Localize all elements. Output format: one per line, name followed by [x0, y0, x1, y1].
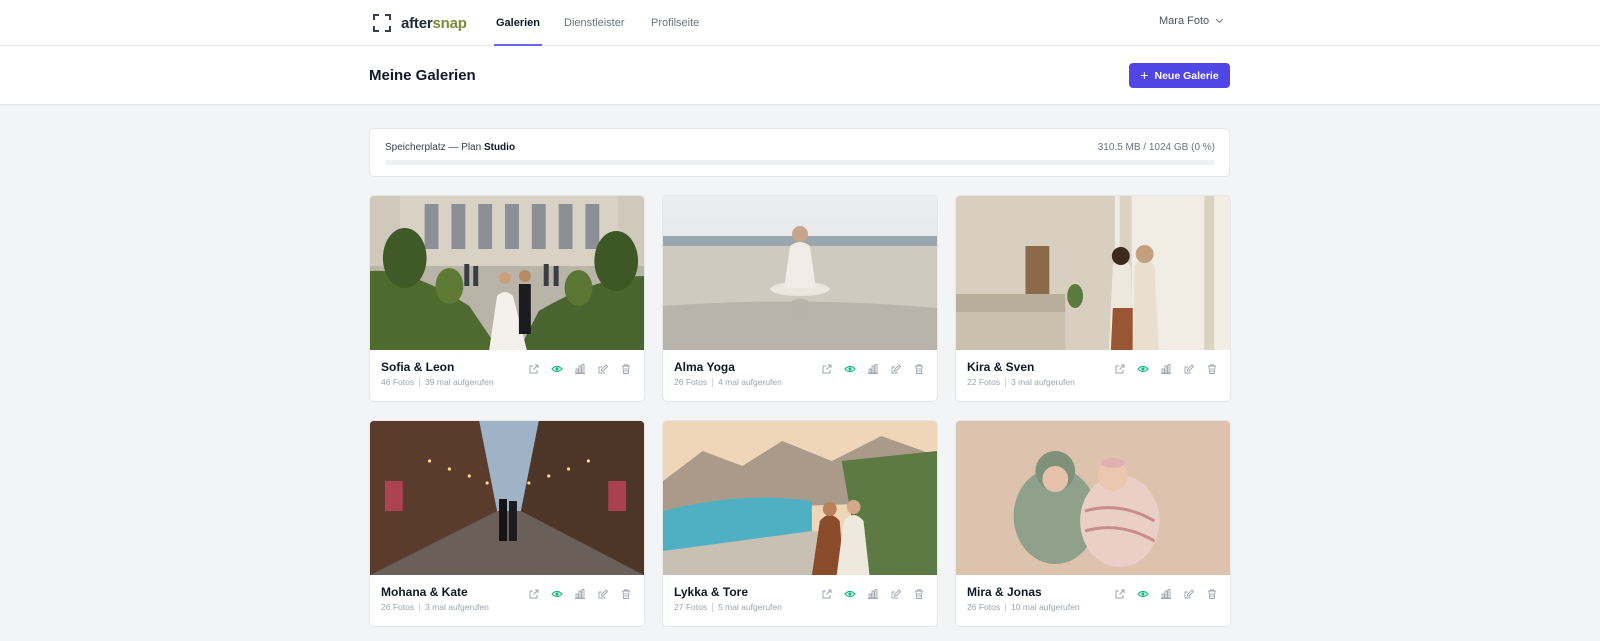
trash-icon[interactable]: [913, 588, 925, 600]
edit-icon[interactable]: [597, 588, 609, 600]
new-gallery-button[interactable]: + Neue Galerie: [1129, 63, 1230, 88]
view-count: 3 mal aufgerufen: [1011, 377, 1075, 387]
user-name: Mara Foto: [1159, 15, 1210, 27]
gallery-card[interactable]: Kira & Sven 22 Fotos 3 mal aufgerufen: [955, 195, 1231, 402]
photo-count: 27 Fotos: [674, 602, 708, 612]
gallery-title[interactable]: Mohana & Kate: [381, 585, 468, 599]
gallery-thumbnail[interactable]: [663, 421, 937, 575]
external-link-icon[interactable]: [1114, 588, 1126, 600]
gallery-meta: 26 Fotos 3 mal aufgerufen: [381, 602, 489, 612]
plus-icon: +: [1140, 67, 1149, 83]
logo-wordmark: aftersnap: [401, 14, 467, 32]
user-menu[interactable]: Mara Foto: [1159, 15, 1224, 27]
page-title: Meine Galerien: [369, 67, 476, 84]
photo-count: 26 Fotos: [381, 602, 415, 612]
edit-icon[interactable]: [890, 363, 902, 375]
bar-chart-icon[interactable]: [1160, 588, 1172, 600]
gallery-actions: [1114, 588, 1218, 600]
gallery-actions: [528, 363, 632, 375]
gallery-meta: 26 Fotos 4 mal aufgerufen: [674, 377, 782, 387]
storage-plan: Studio: [483, 142, 516, 153]
eye-icon[interactable]: [551, 588, 563, 600]
photo-count: 22 Fotos: [967, 377, 1001, 387]
trash-icon[interactable]: [1206, 363, 1218, 375]
gallery-meta: 26 Fotos 10 mal aufgerufen: [967, 602, 1080, 612]
view-count: 10 mal aufgerufen: [1011, 602, 1080, 612]
eye-icon[interactable]: [844, 363, 856, 375]
bar-chart-icon[interactable]: [867, 588, 879, 600]
gallery-title[interactable]: Lykka & Tore: [674, 585, 748, 599]
view-count: 5 mal aufgerufen: [718, 602, 782, 612]
new-gallery-label: Neue Galerie: [1154, 69, 1219, 82]
gallery-card[interactable]: Sofia & Leon 46 Fotos 39 mal aufgerufen: [369, 195, 645, 402]
storage-progress-bar: [385, 160, 1215, 165]
tab-profilseite[interactable]: Profilseite: [651, 0, 699, 46]
gallery-card[interactable]: Alma Yoga 26 Fotos 4 mal aufgerufen: [662, 195, 938, 402]
photo-count: 26 Fotos: [674, 377, 708, 387]
gallery-meta: 27 Fotos 5 mal aufgerufen: [674, 602, 782, 612]
tab-galerien[interactable]: Galerien: [493, 0, 543, 46]
gallery-actions: [528, 588, 632, 600]
eye-icon[interactable]: [844, 588, 856, 600]
edit-icon[interactable]: [1183, 363, 1195, 375]
view-count: 3 mal aufgerufen: [425, 602, 489, 612]
trash-icon[interactable]: [620, 588, 632, 600]
storage-usage: 310.5 MB / 1024 GB (0 %): [1097, 142, 1215, 153]
bar-chart-icon[interactable]: [1160, 363, 1172, 375]
gallery-actions: [1114, 363, 1218, 375]
external-link-icon[interactable]: [821, 588, 833, 600]
top-navigation-bar: aftersnap Galerien Dienstleister Profils…: [0, 0, 1600, 46]
photo-count: 46 Fotos: [381, 377, 415, 387]
gallery-meta: 22 Fotos 3 mal aufgerufen: [967, 377, 1075, 387]
edit-icon[interactable]: [890, 588, 902, 600]
gallery-actions: [821, 363, 925, 375]
gallery-thumbnail[interactable]: [956, 196, 1230, 350]
trash-icon[interactable]: [620, 363, 632, 375]
gallery-thumbnail[interactable]: [370, 421, 644, 575]
gallery-card[interactable]: Mira & Jonas 26 Fotos 10 mal aufgerufen: [955, 420, 1231, 627]
view-count: 4 mal aufgerufen: [718, 377, 782, 387]
gallery-actions: [821, 588, 925, 600]
eye-icon[interactable]: [551, 363, 563, 375]
external-link-icon[interactable]: [821, 363, 833, 375]
bar-chart-icon[interactable]: [867, 363, 879, 375]
gallery-card[interactable]: Mohana & Kate 26 Fotos 3 mal aufgerufen: [369, 420, 645, 627]
gallery-thumbnail[interactable]: [663, 196, 937, 350]
external-link-icon[interactable]: [1114, 363, 1126, 375]
trash-icon[interactable]: [913, 363, 925, 375]
storage-card: Speicherplatz — Plan Studio 310.5 MB / 1…: [369, 128, 1230, 177]
logo-mark-icon: [373, 14, 391, 32]
edit-icon[interactable]: [1183, 588, 1195, 600]
storage-label: Speicherplatz — Plan Studio: [385, 142, 516, 153]
gallery-thumbnail[interactable]: [956, 421, 1230, 575]
photo-count: 26 Fotos: [967, 602, 1001, 612]
gallery-title[interactable]: Mira & Jonas: [967, 585, 1042, 599]
bar-chart-icon[interactable]: [574, 363, 586, 375]
external-link-icon[interactable]: [528, 363, 540, 375]
external-link-icon[interactable]: [528, 588, 540, 600]
bar-chart-icon[interactable]: [574, 588, 586, 600]
logo[interactable]: aftersnap: [373, 12, 467, 34]
gallery-title[interactable]: Sofia & Leon: [381, 360, 454, 374]
tab-dienstleister[interactable]: Dienstleister: [564, 0, 625, 46]
eye-icon[interactable]: [1137, 588, 1149, 600]
edit-icon[interactable]: [597, 363, 609, 375]
gallery-title[interactable]: Kira & Sven: [967, 360, 1034, 374]
chevron-down-icon: [1216, 15, 1224, 24]
trash-icon[interactable]: [1206, 588, 1218, 600]
gallery-title[interactable]: Alma Yoga: [674, 360, 735, 374]
gallery-thumbnail[interactable]: [370, 196, 644, 350]
eye-icon[interactable]: [1137, 363, 1149, 375]
view-count: 39 mal aufgerufen: [425, 377, 494, 387]
gallery-meta: 46 Fotos 39 mal aufgerufen: [381, 377, 494, 387]
gallery-card[interactable]: Lykka & Tore 27 Fotos 5 mal aufgerufen: [662, 420, 938, 627]
page-header: Meine Galerien + Neue Galerie: [0, 46, 1600, 105]
